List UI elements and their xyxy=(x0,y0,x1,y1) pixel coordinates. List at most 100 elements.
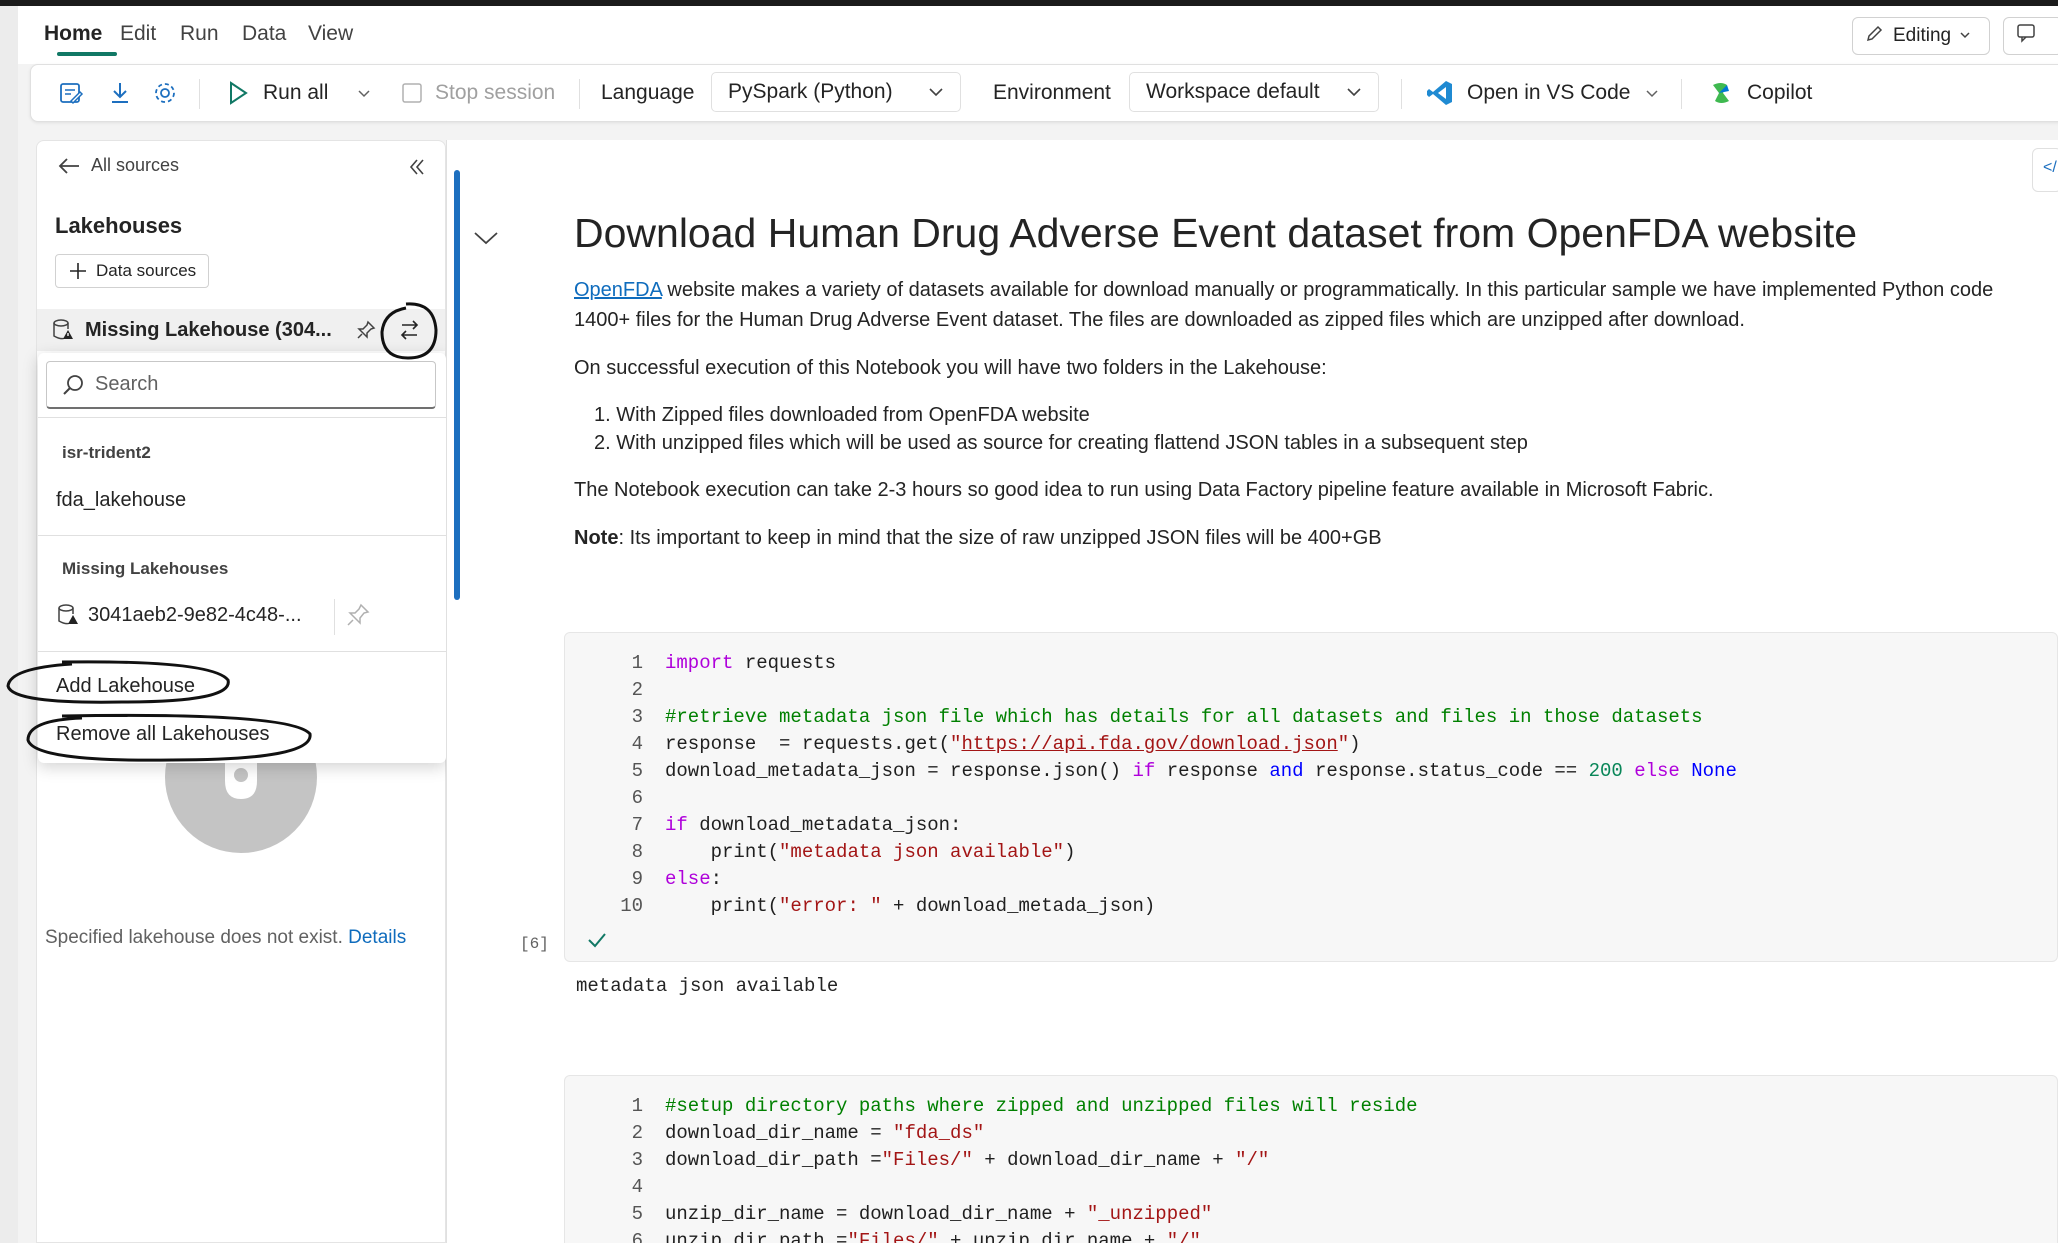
toolbar-separator xyxy=(199,79,200,109)
annotation-circle xyxy=(6,660,230,704)
comments-button[interactable] xyxy=(2003,17,2058,55)
tab-view[interactable]: View xyxy=(308,22,353,46)
run-all-options-chevron-icon[interactable] xyxy=(357,65,371,121)
notebook-toolbar: Run all Stop session Language PySpark (P… xyxy=(30,64,2058,122)
cell-output: metadata json available xyxy=(576,975,839,997)
vscode-icon xyxy=(1427,81,1452,105)
lakehouse-option-fda[interactable]: fda_lakehouse xyxy=(56,489,186,512)
code-editor[interactable]: #setup directory paths where zipped and … xyxy=(665,1093,1418,1243)
toolbar-separator xyxy=(1401,79,1402,109)
chevron-down-icon xyxy=(929,88,943,97)
stop-session-button[interactable]: Stop session xyxy=(401,65,555,121)
missing-lakehouse-icon xyxy=(58,604,78,625)
intro-text-line2: 1400+ files for the Human Drug Adverse E… xyxy=(574,309,1745,331)
stop-icon xyxy=(402,83,422,103)
chevron-down-icon xyxy=(1959,25,1971,47)
list-item: 1. With Zipped files downloaded from Ope… xyxy=(594,404,1090,426)
copilot-label: Copilot xyxy=(1747,81,1813,104)
all-sources-label: All sources xyxy=(91,155,180,175)
tab-data[interactable]: Data xyxy=(242,22,286,46)
search-icon xyxy=(63,374,83,395)
lakehouses-heading: Lakehouses xyxy=(55,213,183,238)
popup-divider xyxy=(38,417,446,418)
details-link[interactable]: Details xyxy=(348,927,406,948)
code-panel-toggle-icon[interactable]: </ xyxy=(2032,148,2058,192)
workspace-group-label: isr-trident2 xyxy=(62,443,151,462)
note-label: Note xyxy=(574,527,619,549)
environment-dropdown[interactable]: Workspace default xyxy=(1129,72,1379,112)
popup-divider xyxy=(334,599,335,635)
lakehouse-search-field[interactable] xyxy=(46,361,436,409)
annotation-circle xyxy=(380,302,438,360)
execution-time-paragraph: The Notebook execution can take 2-3 hour… xyxy=(574,479,1714,501)
notebook-settings-icon[interactable] xyxy=(57,65,85,121)
add-data-sources-button[interactable]: Data sources xyxy=(55,254,210,288)
comment-icon xyxy=(2016,22,2038,50)
left-gutter xyxy=(0,6,18,1243)
language-label: Language xyxy=(601,81,695,104)
tab-home[interactable]: Home xyxy=(44,22,102,46)
run-all-button[interactable]: Run all xyxy=(227,65,328,121)
line-numbers: 1 2 3 4 5 6 7 8 9 10 xyxy=(620,652,643,917)
collapse-panel-icon[interactable] xyxy=(407,157,427,182)
open-in-vscode-button[interactable]: Open in VS Code xyxy=(1425,65,1630,121)
checkmark-icon xyxy=(586,930,608,955)
environment-value: Workspace default xyxy=(1146,80,1320,103)
download-icon[interactable] xyxy=(107,65,133,121)
annotation-circle xyxy=(26,713,312,762)
play-icon xyxy=(230,81,248,105)
execution-count: [6] xyxy=(520,935,549,953)
editing-mode-button[interactable]: Editing xyxy=(1852,17,1990,55)
toolbar-separator xyxy=(1681,79,1682,109)
run-all-label: Run all xyxy=(263,81,329,104)
menu-bar: Home Edit Run Data View Editing xyxy=(18,6,2058,64)
tab-run[interactable]: Run xyxy=(180,22,219,46)
missing-lakehouse-option[interactable]: 3041aeb2-9e82-4c48-... xyxy=(56,603,302,627)
tab-edit[interactable]: Edit xyxy=(120,22,156,46)
line-numbers: 1 2 3 4 5 6 xyxy=(631,1095,643,1243)
code-cell[interactable]: 1 2 3 4 5 6 #setup directory paths where… xyxy=(564,1075,2058,1243)
popup-divider xyxy=(38,651,446,652)
notebook-title: Download Human Drug Adverse Event datase… xyxy=(574,210,1858,256)
pin-icon[interactable] xyxy=(355,319,377,346)
code-cell[interactable]: 1 2 3 4 5 6 7 8 9 10 import requests #re… xyxy=(564,632,2058,962)
list-item: 2. With unzipped files which will be use… xyxy=(594,432,1528,454)
missing-lakehouses-group-label: Missing Lakehouses xyxy=(62,559,229,578)
environment-label: Environment xyxy=(993,81,1111,104)
cell-selection-indicator[interactable] xyxy=(454,170,460,600)
gear-icon[interactable] xyxy=(151,65,179,121)
note-paragraph: Note: Its important to keep in mind that… xyxy=(574,523,2058,553)
folders-list: 1. With Zipped files downloaded from Ope… xyxy=(574,401,2058,457)
open-in-vscode-label: Open in VS Code xyxy=(1467,81,1631,104)
intro-text-line1: website makes a variety of datasets avai… xyxy=(661,279,1994,301)
language-value: PySpark (Python) xyxy=(728,80,893,103)
current-lakehouse-name: Missing Lakehouse (304... xyxy=(85,318,332,341)
arrow-left-icon xyxy=(58,157,79,174)
note-text: : Its important to keep in mind that the… xyxy=(618,527,1382,549)
data-sources-label: Data sources xyxy=(96,261,197,280)
copilot-icon xyxy=(1713,83,1729,103)
search-input[interactable] xyxy=(95,373,415,396)
toolbar-separator xyxy=(579,79,580,109)
folders-paragraph: On successful execution of this Notebook… xyxy=(574,357,1327,379)
missing-message-text: Specified lakehouse does not exist. xyxy=(45,927,343,948)
missing-lakehouse-icon xyxy=(53,319,73,340)
copilot-button[interactable]: Copilot xyxy=(1707,65,1812,121)
collapse-cell-chevron-icon[interactable] xyxy=(472,228,500,253)
active-tab-indicator xyxy=(57,52,117,56)
lakehouse-missing-message: Specified lakehouse does not exist. Deta… xyxy=(45,927,406,949)
plus-icon xyxy=(70,263,86,279)
intro-paragraph: OpenFDA website makes a variety of datas… xyxy=(574,275,2058,335)
openfda-link[interactable]: OpenFDA xyxy=(574,279,662,301)
pin-icon[interactable] xyxy=(344,601,372,634)
code-editor[interactable]: import requests #retrieve metadata json … xyxy=(665,650,1737,920)
all-sources-link[interactable]: All sources xyxy=(57,155,179,176)
vscode-options-chevron-icon[interactable] xyxy=(1645,65,1659,121)
chevron-down-icon xyxy=(1347,88,1361,97)
editing-label: Editing xyxy=(1893,25,1952,46)
pencil-icon xyxy=(1865,23,1885,49)
stop-session-label: Stop session xyxy=(435,81,556,104)
language-dropdown[interactable]: PySpark (Python) xyxy=(711,72,961,112)
markdown-cell: Download Human Drug Adverse Event datase… xyxy=(574,210,2058,571)
popup-divider xyxy=(38,535,446,536)
